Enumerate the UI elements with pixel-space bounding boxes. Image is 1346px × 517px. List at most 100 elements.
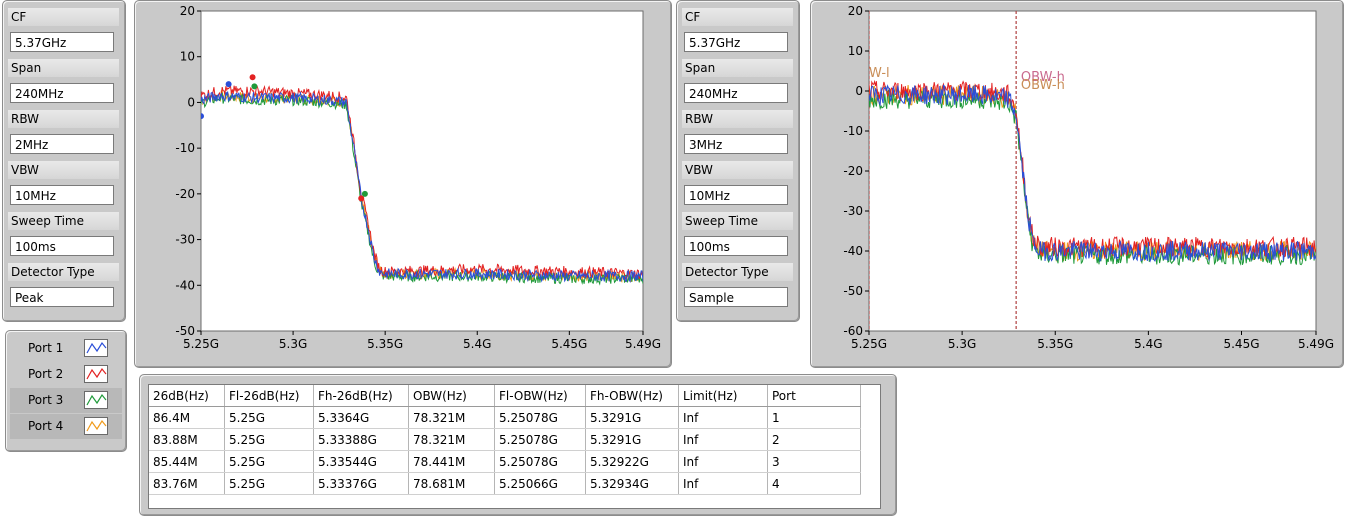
table-cell: 4 — [767, 472, 861, 495]
x-tick-label: 5.49G — [625, 337, 661, 351]
column-header[interactable]: OBW(Hz) — [408, 385, 495, 407]
span-field[interactable]: 240MHz — [684, 83, 788, 103]
table-cell: 2 — [767, 428, 861, 451]
line-swatch-icon — [84, 391, 108, 409]
y-tick-label: -30 — [175, 233, 195, 247]
cf-field[interactable]: 5.37GHz — [10, 32, 114, 52]
table-row[interactable]: 85.44M 5.25G 5.33544G 78.441M 5.25078G 5… — [149, 450, 861, 473]
y-tick-label: -50 — [843, 284, 863, 298]
table-cell: 5.3291G — [585, 428, 679, 451]
column-header[interactable]: Fl-26dB(Hz) — [224, 385, 314, 407]
marker-point — [249, 74, 256, 81]
y-tick-label: 0 — [855, 84, 863, 98]
x-tick-label: 5.25G — [183, 337, 219, 351]
vbw-field[interactable]: 10MHz — [10, 185, 114, 205]
y-tick-label: 10 — [848, 44, 863, 58]
table-cell: 78.681M — [408, 472, 495, 495]
x-tick-label: 5.45G — [551, 337, 587, 351]
column-header[interactable]: Fl-OBW(Hz) — [494, 385, 586, 407]
vbw-label: VBW — [682, 161, 793, 179]
y-tick-label: -10 — [843, 124, 863, 138]
table-cell: 1 — [767, 406, 861, 429]
left-spectrum-graph: 20 10 0 -10 -20 -30 -40 -50 5.25G 5.3G 5.35G 5.4G 5.… — [134, 0, 672, 368]
column-header[interactable]: Fh-26dB(Hz) — [313, 385, 409, 407]
x-tick-label: 5.49G — [1298, 337, 1334, 351]
table-cell: 83.76M — [149, 472, 225, 495]
table-cell: 5.25066G — [494, 472, 586, 495]
table-cell: 5.25078G — [494, 428, 586, 451]
table-cell: 3 — [767, 450, 861, 473]
column-header[interactable]: 26dB(Hz) — [149, 385, 225, 407]
sweep-time-field[interactable]: 100ms — [10, 236, 114, 256]
y-tick-label: -60 — [843, 324, 863, 338]
y-tick-label: 20 — [848, 4, 863, 18]
cf-field[interactable]: 5.37GHz — [684, 32, 788, 52]
right-spectrum-chart: 20 10 0 -10 -20 -30 -40 -50 -605.25G 5.3G 5.35G 5.4… — [843, 4, 1334, 351]
detector-type-field[interactable]: Sample — [684, 287, 788, 307]
detector-type-field[interactable]: Peak — [10, 287, 114, 307]
legend-label: Port 1 — [28, 341, 64, 355]
sweep-time-label: Sweep Time — [682, 212, 793, 230]
left-spectrum-chart: 20 10 0 -10 -20 -30 -40 -505.25G 5.3G 5.35G 5.4G 5.… — [175, 4, 661, 351]
span-label: Span — [682, 59, 793, 77]
cf-label: CF — [682, 8, 793, 26]
legend-item-port-3[interactable]: Port 3 — [10, 388, 122, 413]
table-cell: 5.32922G — [585, 450, 679, 473]
table-cell: 78.441M — [408, 450, 495, 473]
line-swatch-icon — [84, 339, 108, 357]
column-header[interactable]: Fh-OBW(Hz) — [585, 385, 679, 407]
table-row[interactable]: 83.76M 5.25G 5.33376G 78.681M 5.25066G 5… — [149, 472, 861, 495]
y-tick-label: -50 — [175, 324, 195, 338]
legend-item-port-2[interactable]: Port 2 — [10, 362, 122, 387]
results-table-panel: 26dB(Hz) Fl-26dB(Hz) Fh-26dB(Hz) OBW(Hz)… — [139, 374, 897, 516]
legend-label: Port 4 — [28, 419, 64, 433]
table-cell: Inf — [678, 406, 768, 429]
rbw-field[interactable]: 2MHz — [10, 134, 114, 154]
column-header[interactable]: Limit(Hz) — [678, 385, 768, 407]
x-tick-label: 5.4G — [463, 337, 491, 351]
legend-item-port-1[interactable]: Port 1 — [10, 336, 122, 361]
rbw-label: RBW — [682, 110, 793, 128]
results-table: 26dB(Hz) Fl-26dB(Hz) Fh-26dB(Hz) OBW(Hz)… — [149, 385, 861, 495]
rbw-field[interactable]: 3MHz — [684, 134, 788, 154]
y-tick-label: -30 — [843, 204, 863, 218]
legend-label: Port 2 — [28, 367, 64, 381]
annotation-label: OBW-h — [1021, 78, 1065, 93]
marker-point — [201, 113, 204, 120]
legend-item-port-4[interactable]: Port 4 — [10, 414, 122, 439]
cf-label: CF — [8, 8, 119, 26]
table-cell: Inf — [678, 472, 768, 495]
legend-label: Port 3 — [28, 393, 64, 407]
table-cell: 5.25078G — [494, 406, 586, 429]
table-cell: 83.88M — [149, 428, 225, 451]
table-row[interactable]: 86.4M 5.25G 5.3364G 78.321M 5.25078G 5.3… — [149, 406, 861, 429]
right-spectrum-graph: 20 10 0 -10 -20 -30 -40 -50 -60 5.25G 5.3G 5.35G 5.4… — [810, 0, 1344, 368]
left-settings-panel: CF 5.37GHz Span 240MHz RBW 2MHz VBW 10MH… — [2, 0, 126, 322]
table-cell: 85.44M — [149, 450, 225, 473]
table-cell: 86.4M — [149, 406, 225, 429]
y-tick-label: -40 — [175, 278, 195, 292]
y-tick-label: -40 — [843, 244, 863, 258]
table-cell: 5.25G — [224, 450, 314, 473]
line-swatch-icon — [84, 365, 108, 383]
line-swatch-icon — [84, 417, 108, 435]
column-header[interactable]: Port — [767, 385, 861, 407]
table-row[interactable]: 83.88M 5.25G 5.33388G 78.321M 5.25078G 5… — [149, 428, 861, 451]
x-tick-label: 5.3G — [948, 337, 976, 351]
marker-point — [361, 190, 368, 197]
table-cell: 5.3291G — [585, 406, 679, 429]
vbw-field[interactable]: 10MHz — [684, 185, 788, 205]
sweep-time-field[interactable]: 100ms — [684, 236, 788, 256]
span-field[interactable]: 240MHz — [10, 83, 114, 103]
table-header-row: 26dB(Hz) Fl-26dB(Hz) Fh-26dB(Hz) OBW(Hz)… — [149, 385, 861, 407]
annotation-label: W-l — [869, 66, 890, 81]
table-cell: 78.321M — [408, 428, 495, 451]
table-cell: Inf — [678, 428, 768, 451]
x-tick-label: 5.35G — [367, 337, 403, 351]
marker-point — [251, 83, 258, 90]
table-cell: 5.25G — [224, 406, 314, 429]
right-settings-panel: CF 5.37GHz Span 240MHz RBW 3MHz VBW 10MH… — [676, 0, 800, 322]
table-cell: 5.3364G — [313, 406, 409, 429]
y-tick-label: -10 — [175, 141, 195, 155]
x-tick-label: 5.4G — [1134, 337, 1162, 351]
